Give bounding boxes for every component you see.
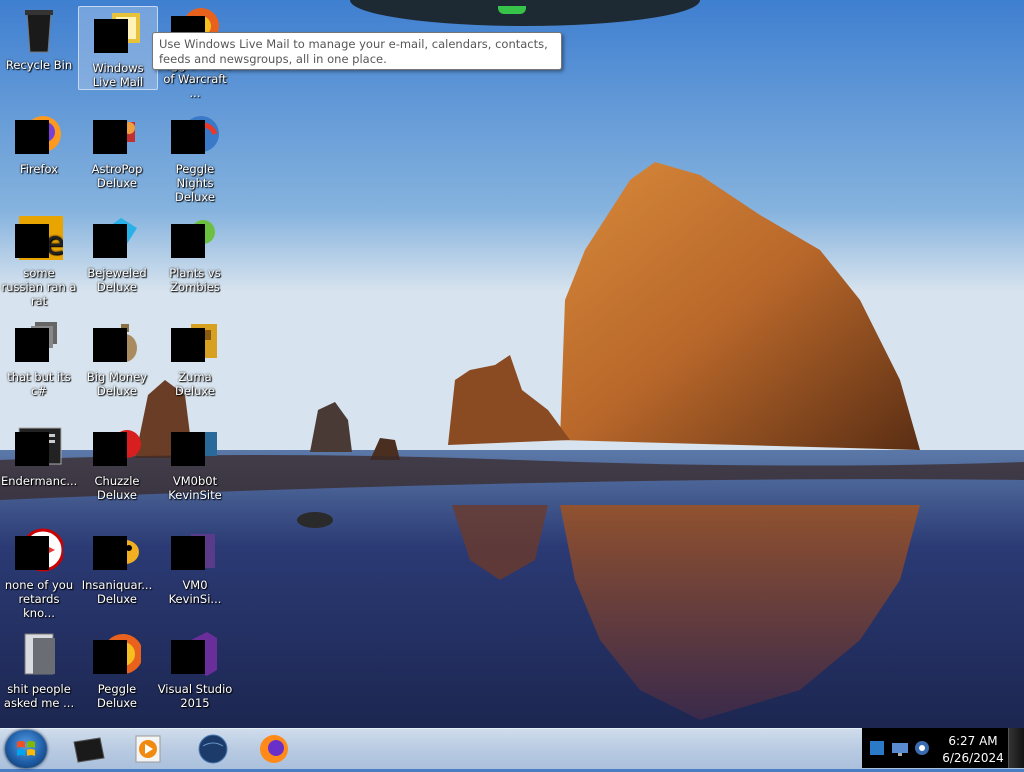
desktop-icon-big-money-deluxe[interactable]: Big Money Deluxe xyxy=(78,312,156,398)
desktop-icon-none-of-you-retards-kno[interactable]: none of you retards kno... xyxy=(0,520,78,620)
recycle-bin-icon xyxy=(15,6,63,54)
desktop-icon-vm0-kevinsi[interactable]: VM0 KevinSi... xyxy=(156,520,234,606)
desktop-icon-chuzzle-deluxe[interactable]: Chuzzle Deluxe xyxy=(78,416,156,502)
desktop-icon-recycle-bin[interactable]: Recycle Bin xyxy=(0,0,78,72)
taskbar-firefox[interactable] xyxy=(254,732,294,766)
status-led xyxy=(498,6,526,14)
vm-icon xyxy=(171,422,219,470)
zuma-icon xyxy=(171,318,219,366)
desktop-icon-vm0b0t-kevinsite[interactable]: VM0b0t KevinSite xyxy=(156,416,234,502)
plant-icon xyxy=(171,214,219,262)
taskbar-globe[interactable] xyxy=(193,732,233,766)
executable-icon: e xyxy=(15,214,65,262)
tooltip: Use Windows Live Mail to manage your e-m… xyxy=(152,32,562,70)
desktop-icon-astropop-deluxe[interactable]: AstroPop Deluxe xyxy=(78,104,156,190)
desktop-icon-shit-people-asked-me[interactable]: shit people asked me ... xyxy=(0,624,78,710)
visual-studio-icon xyxy=(171,630,219,678)
tray-display-icon[interactable] xyxy=(890,737,910,759)
taskbar-terminal[interactable] xyxy=(68,732,108,766)
clock-time[interactable]: 6:27 AM xyxy=(928,734,1018,748)
desktop-icon-some-russian-ran-a-rat[interactable]: e some russian ran a rat xyxy=(0,208,78,308)
peggle-icon xyxy=(93,630,143,678)
console-icon xyxy=(15,422,63,470)
show-desktop-button[interactable] xyxy=(1008,728,1024,768)
firefox-icon xyxy=(15,110,63,158)
desktop-icon-zuma-deluxe[interactable]: Zuma Deluxe xyxy=(156,312,234,398)
desktop-icon-plants-vs-zombies[interactable]: Plants vs Zombies xyxy=(156,208,234,294)
clock-date[interactable]: 6/26/2024 xyxy=(928,751,1018,765)
globe-icon xyxy=(198,734,228,764)
firefox-icon xyxy=(260,735,288,763)
desktop-icon-peggle-deluxe[interactable]: Peggle Deluxe xyxy=(78,624,156,710)
app-icon xyxy=(15,526,65,574)
astropop-icon xyxy=(93,110,141,158)
fish-icon xyxy=(93,526,141,574)
desktop-icon-visual-studio-2015[interactable]: Visual Studio 2015 xyxy=(156,624,234,710)
mail-icon xyxy=(94,9,142,57)
desktop-icon-that-but-its-csharp[interactable]: that but its c# xyxy=(0,312,78,398)
vm-icon xyxy=(171,526,219,574)
tray-network-icon[interactable] xyxy=(868,737,888,759)
media-player-icon xyxy=(135,735,161,763)
desktop-icon-endermanc[interactable]: Endermanc... xyxy=(0,416,78,488)
windows-logo-icon xyxy=(17,741,35,756)
desktop-icon-peggle-nights-deluxe[interactable]: Peggle Nights Deluxe xyxy=(156,104,234,204)
start-button[interactable] xyxy=(5,730,47,768)
terminal-icon xyxy=(73,737,105,763)
money-bag-icon xyxy=(93,318,141,366)
taskbar-media-player[interactable] xyxy=(128,732,168,766)
chuzzle-icon xyxy=(93,422,141,470)
shortcut-icon xyxy=(15,318,63,366)
desktop-icon-bejeweled-deluxe[interactable]: Bejeweled Deluxe xyxy=(78,208,156,294)
desktop-icon-insaniquarium-deluxe[interactable]: Insaniquar... Deluxe xyxy=(78,520,156,606)
peggle-nights-icon xyxy=(171,110,219,158)
desktop-icon-firefox[interactable]: Firefox xyxy=(0,104,78,176)
desktop-icon-windows-live-mail[interactable]: Windows Live Mail xyxy=(78,6,158,90)
gem-icon xyxy=(93,214,141,262)
folder-icon xyxy=(15,630,63,678)
